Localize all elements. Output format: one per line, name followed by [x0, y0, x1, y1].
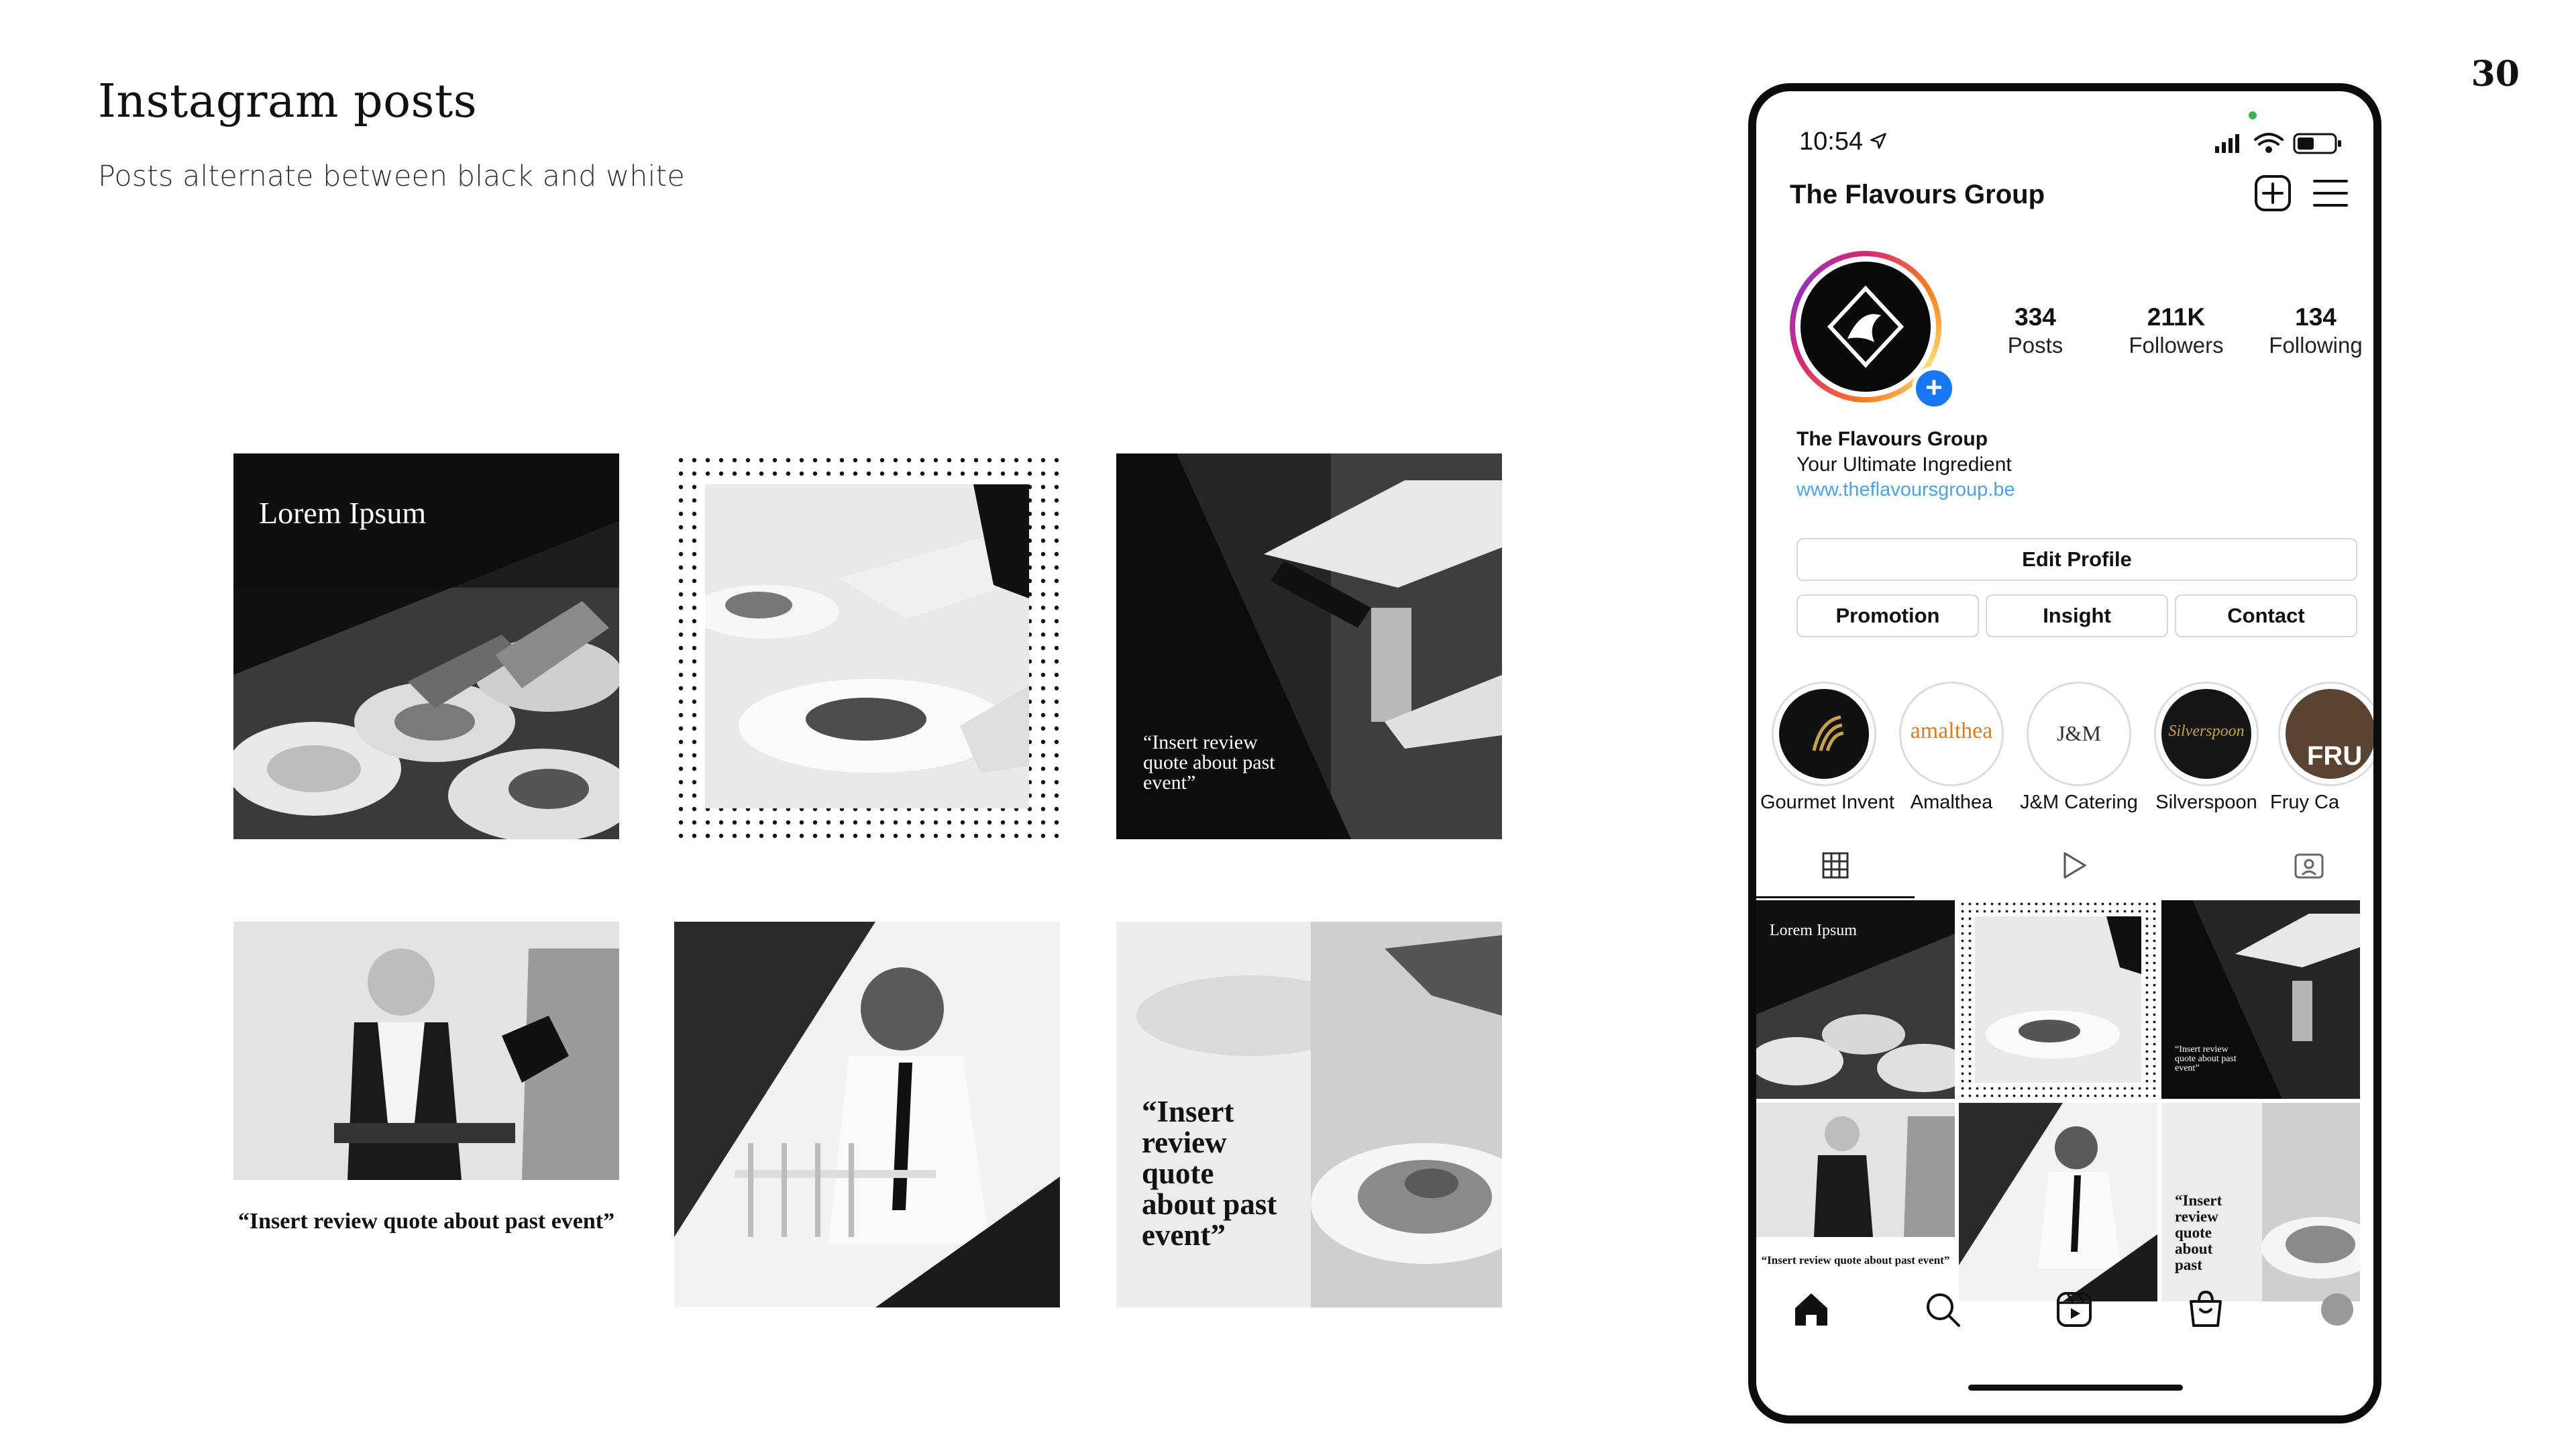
stat-followers[interactable]: 211K Followers [2116, 303, 2237, 358]
post-tile-salmon: “Insert review quote about past event” [1116, 922, 1502, 1307]
home-icon[interactable] [1790, 1288, 1833, 1331]
highlight-amalthea[interactable]: amalthea Amalthea [1888, 682, 2015, 814]
bio-tagline: Your Ultimate Ingredient [1796, 453, 2012, 476]
slide-subtitle: Posts alternate between black and white [98, 160, 685, 193]
home-indicator [1968, 1385, 2183, 1391]
highlight-label: Amalthea [1910, 792, 1993, 813]
grid-icon[interactable] [1818, 848, 1853, 883]
post-tile-lorem-ipsum: Lorem Ipsum [233, 453, 619, 839]
stat-posts[interactable]: 334 Posts [1975, 303, 2096, 358]
post-quote: “Insert review quote about past event” [1142, 1095, 1277, 1252]
grid-post[interactable]: “Insert review quote about past event” [1756, 1103, 1955, 1301]
post-tile-champagne: “Insert review quote about past event” [1116, 453, 1502, 839]
profile-icon[interactable] [2316, 1288, 2359, 1331]
account-name: The Flavours Group [1790, 180, 2045, 209]
edit-profile-button[interactable]: Edit Profile [1796, 538, 2357, 581]
active-tab-indicator [1756, 896, 1915, 898]
slide-title: Instagram posts [98, 75, 478, 128]
bio-name: The Flavours Group [1796, 428, 1988, 450]
grid-post[interactable]: “Insert review quote about past [2161, 1103, 2360, 1301]
highlight-gourmet-invent[interactable]: Gourmet Invent [1760, 682, 1894, 814]
contact-button[interactable]: Contact [2175, 594, 2357, 637]
post-tile-waiter: “Insert review quote about past event” [233, 922, 619, 1307]
signal-icon [2215, 134, 2239, 153]
serving-photo [705, 484, 1029, 808]
silverspoon-logo: Silverspoon [2168, 722, 2245, 740]
shop-icon[interactable] [2184, 1288, 2227, 1331]
post-tile-dotted [674, 453, 1060, 839]
camera-indicator [2249, 111, 2257, 119]
post-quote: “Insert review quote about past event” [237, 1209, 615, 1234]
post-quote: “Insert review quote about past event” [1143, 731, 1275, 794]
new-post-icon[interactable] [2253, 173, 2293, 213]
highlight-fruy-ca[interactable]: FRU Fruy Ca [2270, 682, 2373, 814]
jm-catering-logo: J&M [2057, 721, 2101, 745]
highlight-label: Gourmet Invent [1760, 792, 1894, 813]
post-heading: Lorem Ipsum [259, 496, 427, 530]
grid-post[interactable]: Lorem Ipsum [1756, 900, 1955, 1099]
status-time: 10:54 [1799, 127, 1864, 156]
highlight-label: J&M Catering [2020, 792, 2138, 813]
amalthea-logo: amalthea [1910, 718, 1993, 743]
grid-post-quote: “Insert review quote about past [2175, 1192, 2222, 1273]
flavours-logo [1827, 285, 1904, 368]
status-icons [2215, 133, 2341, 154]
stat-value: 334 [2015, 303, 2056, 331]
grid-post-heading: Lorem Ipsum [1770, 922, 1857, 939]
reels-tab-icon[interactable] [2055, 848, 2090, 883]
highlight-jm-catering[interactable]: J&M J&M Catering [2015, 682, 2143, 814]
stat-label: Followers [2129, 333, 2224, 358]
stat-value: 134 [2295, 303, 2337, 331]
phone-mockup: 10:54 The Flavours Group + 334 Posts 211… [1748, 83, 2381, 1424]
highlight-label: Fruy Ca [2270, 792, 2340, 813]
location-arrow-icon [1870, 133, 1886, 149]
grid-post-quote: “Insert review quote about past event” [2175, 1044, 2237, 1073]
fruy-logo: FRU [2307, 741, 2363, 771]
stat-label: Posts [2007, 333, 2063, 358]
post-tile-sommelier [674, 922, 1060, 1307]
highlight-silverspoon[interactable]: Silverspoon Silverspoon [2143, 682, 2270, 814]
gourmet-invent-logo [1812, 715, 1844, 751]
stat-following[interactable]: 134 Following [2255, 303, 2373, 358]
battery-icon [2293, 133, 2341, 154]
grid-post[interactable]: “Insert review quote about past event” [2161, 900, 2360, 1099]
add-story-button[interactable]: + [1912, 366, 1956, 411]
reels-icon[interactable] [2053, 1288, 2096, 1331]
sommelier-photo [674, 922, 1060, 1307]
wifi-icon [2254, 133, 2284, 153]
page-number: 30 [2471, 54, 2520, 95]
grid-post-quote: “Insert review quote about past event” [1761, 1254, 1950, 1267]
highlight-label: Silverspoon [2155, 792, 2257, 813]
grid-post[interactable] [1959, 1103, 2157, 1301]
stat-label: Following [2269, 333, 2363, 358]
promotion-button[interactable]: Promotion [1796, 594, 1979, 637]
grid-post[interactable] [1959, 900, 2157, 1099]
menu-icon[interactable] [2310, 173, 2351, 213]
tagged-icon[interactable] [2292, 848, 2326, 883]
insight-button[interactable]: Insight [1986, 594, 2168, 637]
bio-link[interactable]: www.theflavoursgroup.be [1796, 479, 2015, 501]
search-icon[interactable] [1921, 1288, 1964, 1331]
waiter-photo [233, 922, 619, 1180]
stat-value: 211K [2147, 303, 2206, 331]
